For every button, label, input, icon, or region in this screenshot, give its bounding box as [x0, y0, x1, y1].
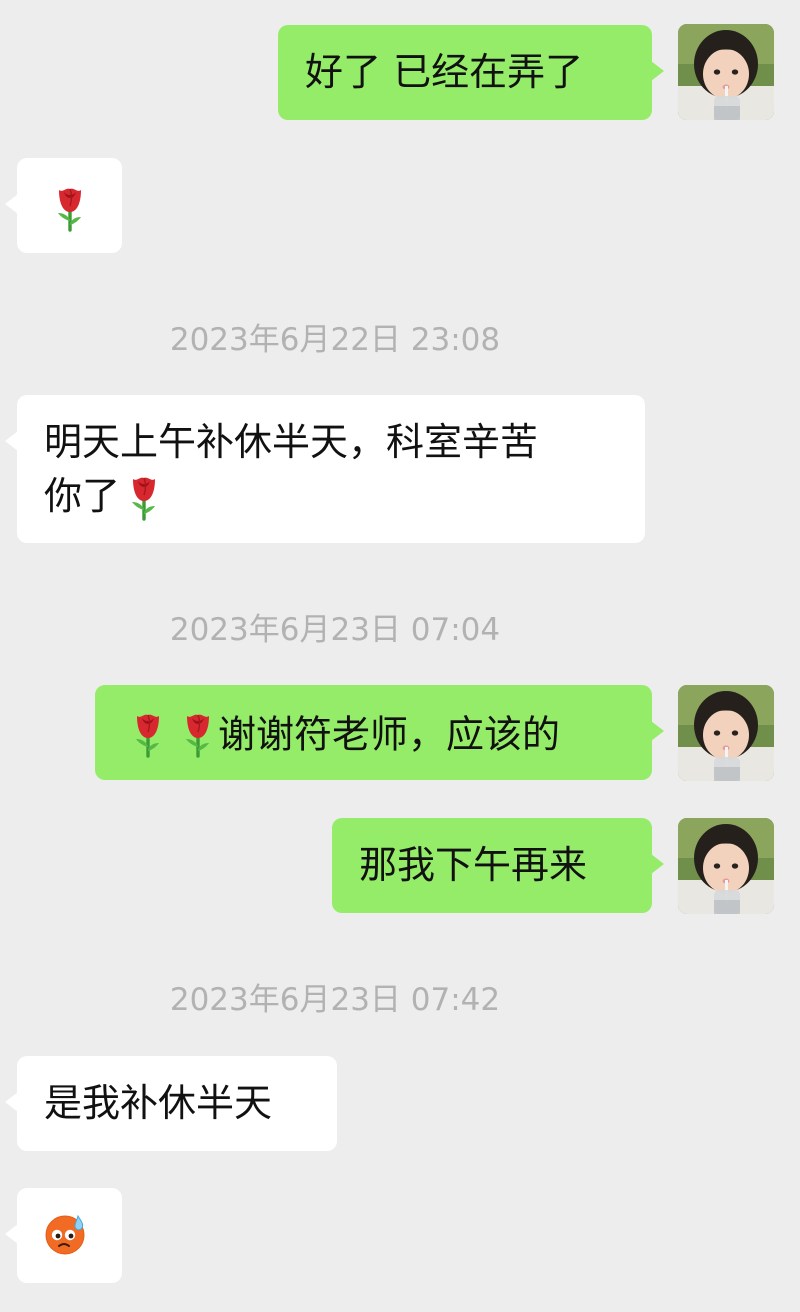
- message-text: 好了 已经在弄了: [305, 50, 584, 94]
- message-text: 那我下午再来: [359, 843, 588, 887]
- message-text-line-1: 明天上午补休半天，科室辛苦: [44, 420, 539, 464]
- my-avatar[interactable]: [678, 685, 774, 781]
- rose-icon: [178, 706, 218, 758]
- rose-icon: [50, 180, 90, 232]
- other-message-bubble-2[interactable]: 明天上午补休半天，科室辛苦 你了: [5, 395, 645, 543]
- rose-icon: [128, 706, 168, 758]
- chat-timestamp: 2023年6月23日 07:04: [169, 612, 501, 648]
- message-text-line-2: 你了: [44, 474, 121, 518]
- other-message-bubble-emoji[interactable]: [5, 1188, 122, 1283]
- my-avatar[interactable]: [678, 24, 774, 120]
- my-message-bubble-3[interactable]: 那我下午再来: [332, 818, 664, 913]
- chat-timestamp: 2023年6月23日 07:42: [169, 982, 501, 1018]
- chat-timestamp: 2023年6月22日 23:08: [169, 322, 501, 358]
- message-text: 谢谢符老师，应该的: [218, 712, 561, 757]
- my-message-bubble-2[interactable]: 谢谢符老师，应该的: [95, 685, 664, 780]
- my-avatar[interactable]: [678, 818, 774, 914]
- other-message-bubble-rose[interactable]: [5, 158, 122, 253]
- other-message-bubble-3[interactable]: 是我补休半天: [5, 1056, 337, 1151]
- my-message-bubble-1[interactable]: 好了 已经在弄了: [278, 25, 664, 120]
- message-text: 是我补休半天: [44, 1081, 273, 1125]
- rose-icon: [124, 469, 164, 521]
- anxious-sweat-face-icon: [43, 1211, 89, 1257]
